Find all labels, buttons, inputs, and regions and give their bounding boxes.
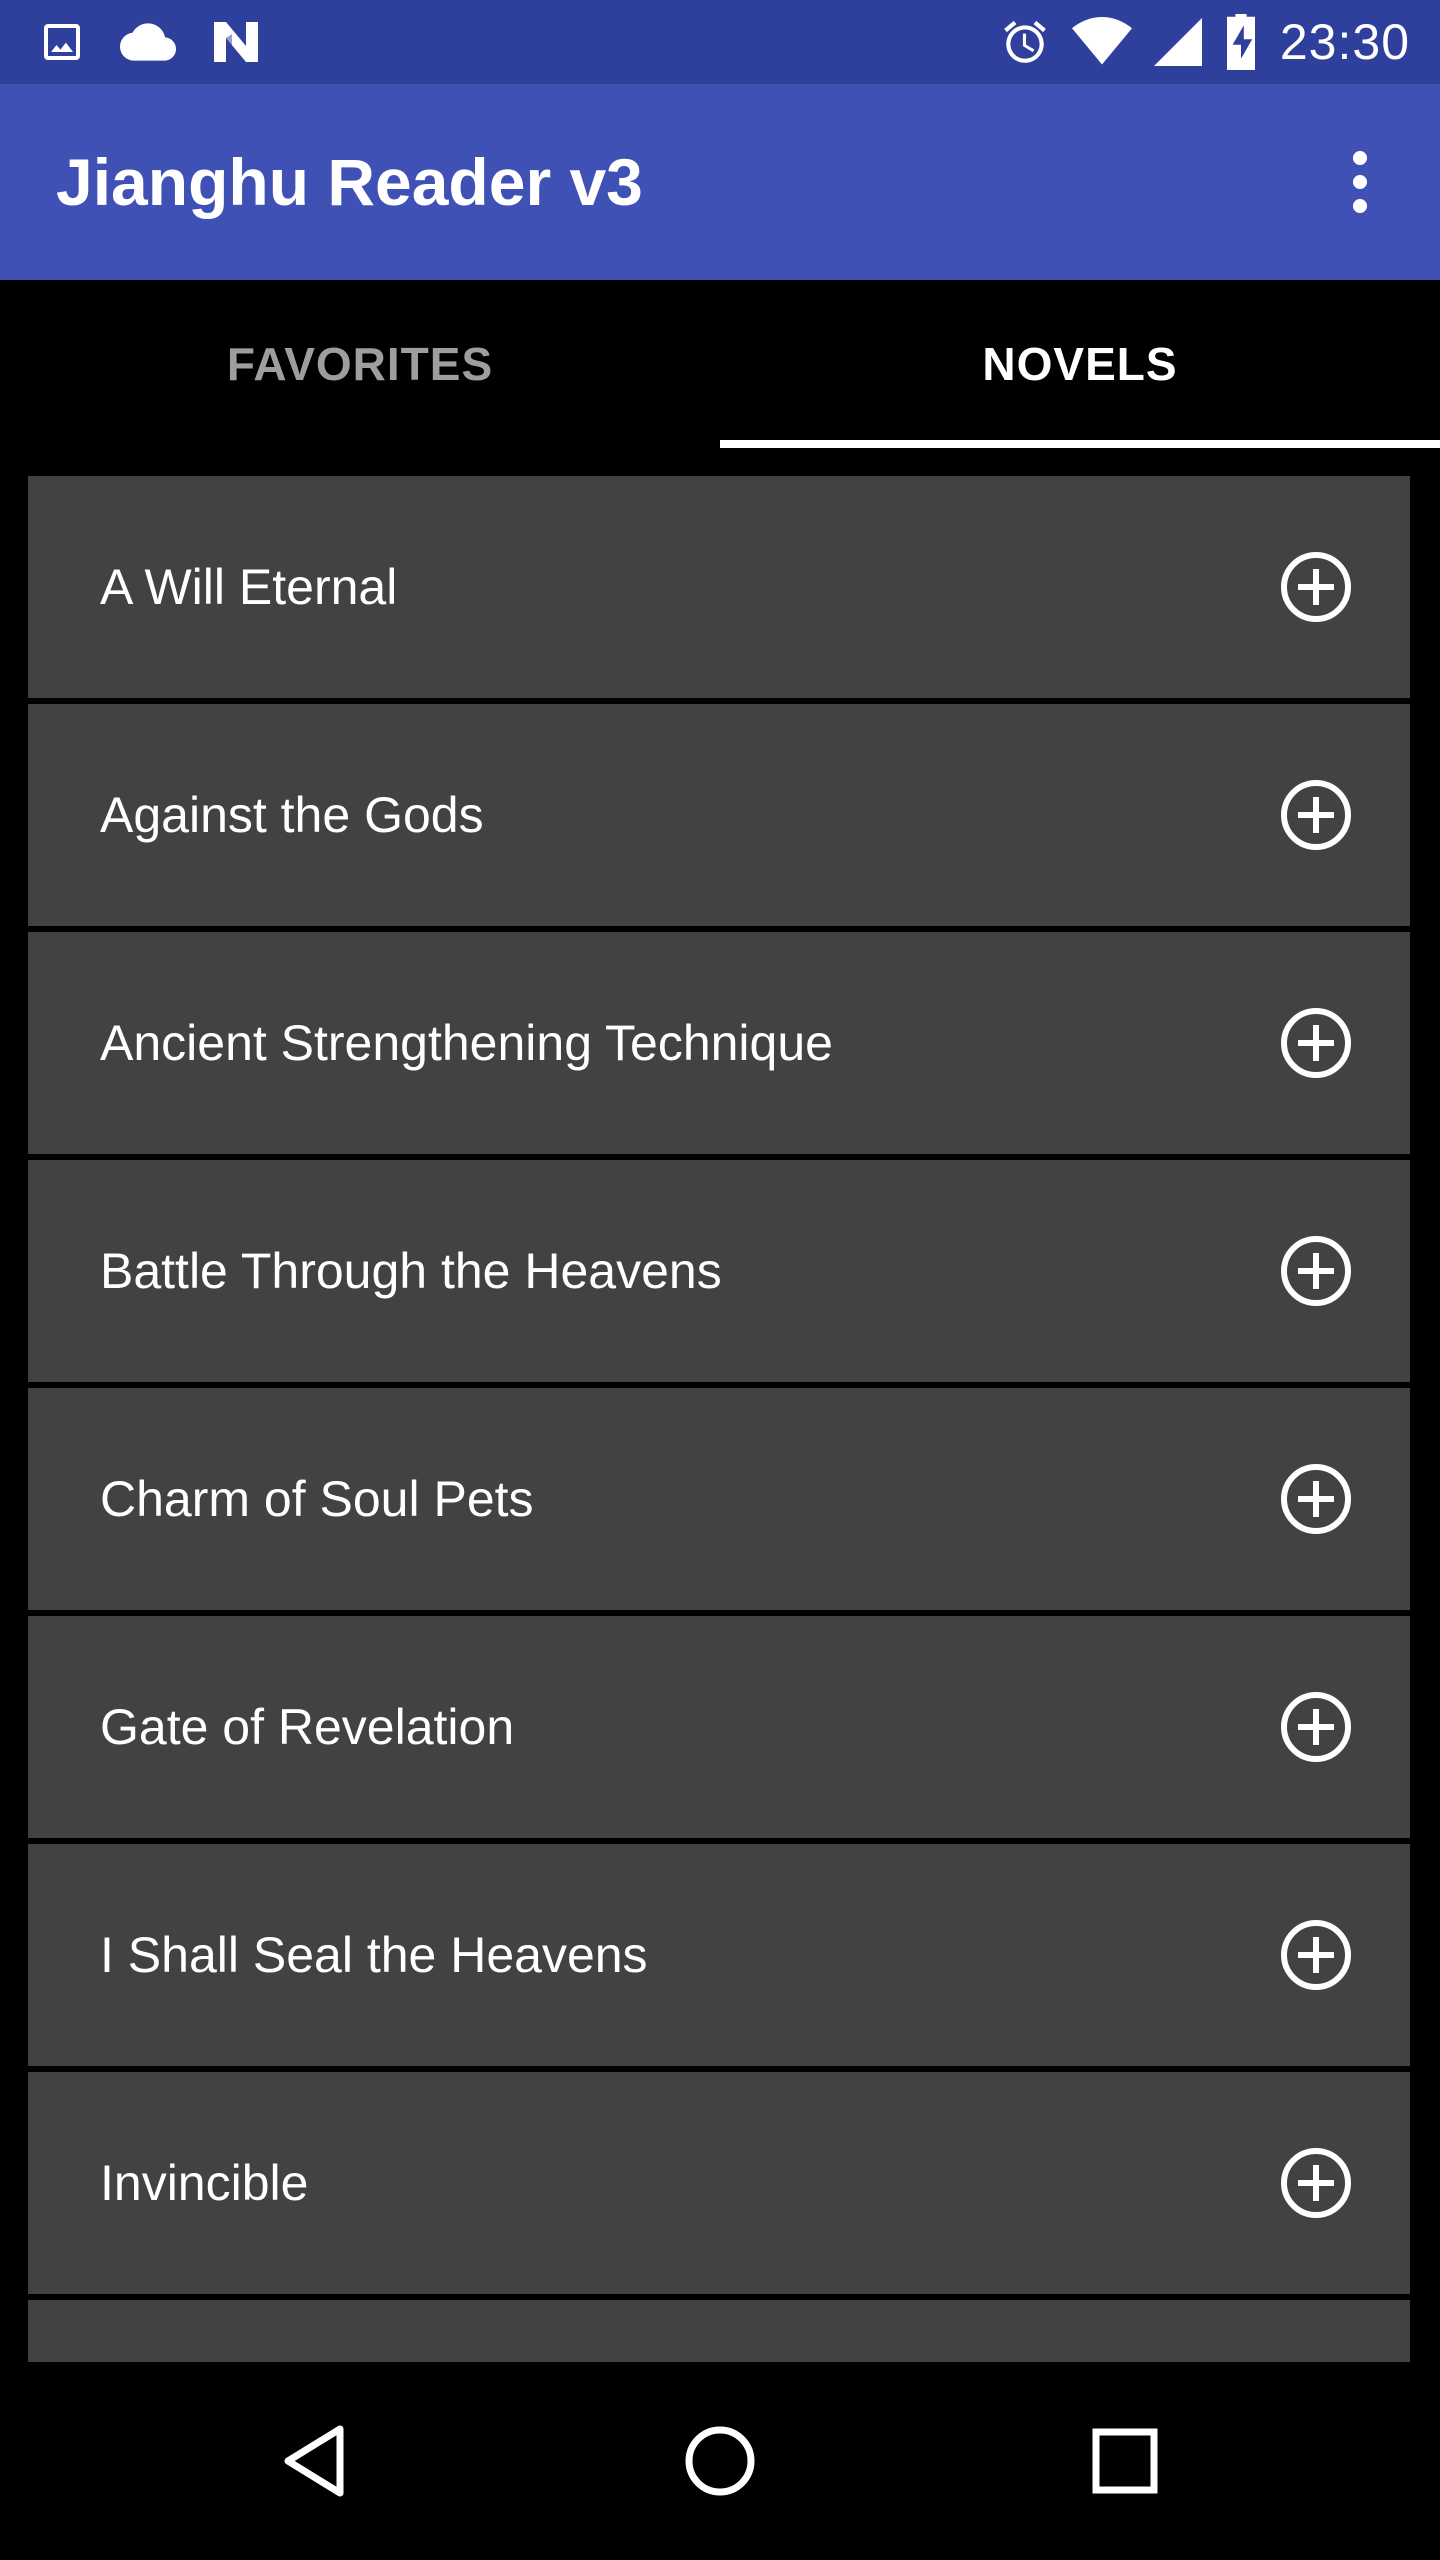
image-icon <box>38 18 86 66</box>
list-item[interactable]: Against the Gods <box>28 704 1410 926</box>
home-button[interactable] <box>670 2411 770 2511</box>
back-icon <box>284 2425 344 2497</box>
status-bar: 23:30 <box>0 0 1440 84</box>
add-to-favorites-button[interactable] <box>1280 1919 1352 1991</box>
novel-title: Battle Through the Heavens <box>100 1243 722 1299</box>
wifi-icon <box>1071 17 1132 67</box>
list-item[interactable]: Gate of Revelation <box>28 1616 1410 1838</box>
cellular-signal-icon <box>1153 17 1202 67</box>
recents-icon <box>1092 2428 1158 2494</box>
novel-title: Charm of Soul Pets <box>100 1471 534 1527</box>
more-vert-icon <box>1350 150 1370 214</box>
novel-title: Invincible <box>100 2155 309 2211</box>
system-status-icons: 23:30 <box>1000 10 1410 74</box>
battery-charging-icon <box>1224 14 1258 70</box>
add-to-favorites-button[interactable] <box>1280 1007 1352 1079</box>
novel-list[interactable]: A Will Eternal Against the Gods Ancient … <box>0 448 1440 2362</box>
status-time: 23:30 <box>1279 14 1410 70</box>
novel-title: Gate of Revelation <box>100 1699 515 1755</box>
notification-icons <box>38 16 262 68</box>
add-circle-icon <box>1281 1920 1351 1990</box>
add-circle-icon <box>1281 1008 1351 1078</box>
home-icon <box>685 2426 755 2496</box>
novel-title: Against the Gods <box>100 787 484 843</box>
tab-novels[interactable]: NOVELS <box>720 280 1440 448</box>
novel-title: Ancient Strengthening Technique <box>100 1015 833 1071</box>
add-circle-icon <box>1281 2148 1351 2218</box>
list-item[interactable]: I Shall Seal the Heavens <box>28 1844 1410 2066</box>
app-bar: Jianghu Reader v3 <box>0 84 1440 280</box>
cloud-icon <box>120 18 176 66</box>
back-button[interactable] <box>265 2411 365 2511</box>
alarm-icon <box>1000 17 1050 67</box>
list-item[interactable]: Battle Through the Heavens <box>28 1160 1410 1382</box>
recents-button[interactable] <box>1075 2411 1175 2511</box>
list-item-partial[interactable] <box>28 2300 1410 2362</box>
navigation-bar <box>0 2362 1440 2560</box>
add-to-favorites-button[interactable] <box>1280 2147 1352 2219</box>
add-circle-icon <box>1281 1464 1351 1534</box>
n-notification-icon <box>210 18 262 66</box>
list-item[interactable]: Charm of Soul Pets <box>28 1388 1410 1610</box>
screen: 23:30 Jianghu Reader v3 FAVORITES NOVELS… <box>0 0 1440 2560</box>
tab-bar: FAVORITES NOVELS <box>0 280 1440 448</box>
list-item[interactable]: Ancient Strengthening Technique <box>28 932 1410 1154</box>
list-item[interactable]: A Will Eternal <box>28 476 1410 698</box>
add-to-favorites-button[interactable] <box>1280 551 1352 623</box>
list-item[interactable]: Invincible <box>28 2072 1410 2294</box>
add-to-favorites-button[interactable] <box>1280 1691 1352 1763</box>
overflow-menu-button[interactable] <box>1320 142 1400 222</box>
add-circle-icon <box>1281 552 1351 622</box>
add-to-favorites-button[interactable] <box>1280 1235 1352 1307</box>
add-circle-icon <box>1281 1236 1351 1306</box>
novel-title: I Shall Seal the Heavens <box>100 1927 648 1983</box>
add-to-favorites-button[interactable] <box>1280 779 1352 851</box>
add-to-favorites-button[interactable] <box>1280 1463 1352 1535</box>
add-circle-icon <box>1281 1692 1351 1762</box>
app-title: Jianghu Reader v3 <box>56 145 643 219</box>
add-circle-icon <box>1281 780 1351 850</box>
tab-favorites[interactable]: FAVORITES <box>0 280 720 448</box>
novel-title: A Will Eternal <box>100 559 398 615</box>
